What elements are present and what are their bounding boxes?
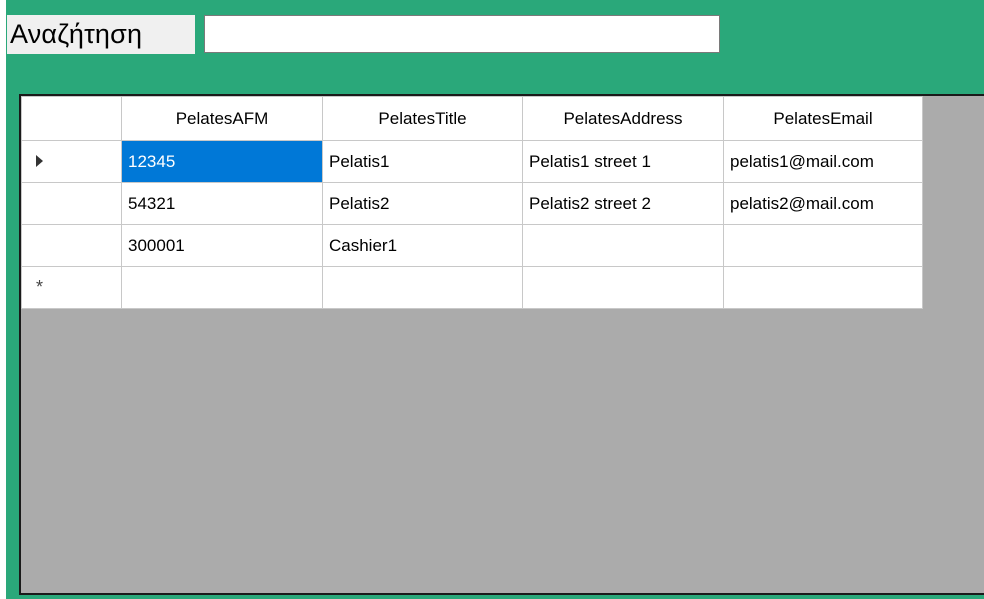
customers-table: PelatesAFM PelatesTitle PelatesAddress P… (21, 96, 923, 309)
main-form: Αναζήτηση PelatesAFM PelatesTitle Pelate… (0, 0, 984, 599)
column-header-pelatesafm[interactable]: PelatesAFM (121, 96, 323, 141)
table-cell[interactable]: pelatis1@mail.com (723, 140, 923, 183)
header-row: PelatesAFM PelatesTitle PelatesAddress P… (21, 96, 923, 141)
table-cell[interactable] (121, 266, 323, 309)
table-cell[interactable] (723, 224, 923, 267)
table-cell[interactable]: 300001 (121, 224, 323, 267)
table-cell[interactable] (522, 266, 724, 309)
table-cell[interactable]: Cashier1 (322, 224, 523, 267)
column-header-pelatestitle[interactable]: PelatesTitle (322, 96, 523, 141)
table-cell[interactable] (522, 224, 724, 267)
table-cell[interactable]: Pelatis1 (322, 140, 523, 183)
asterisk-icon: * (36, 277, 44, 297)
table-cell[interactable]: Pelatis1 street 1 (522, 140, 724, 183)
column-header-pelatesaddress[interactable]: PelatesAddress (522, 96, 724, 141)
table-cell[interactable] (723, 266, 923, 309)
table-cell[interactable]: pelatis2@mail.com (723, 182, 923, 225)
table-cell[interactable]: Pelatis2 (322, 182, 523, 225)
row-header[interactable]: * (21, 266, 122, 309)
table-cell[interactable]: Pelatis2 street 2 (522, 182, 724, 225)
search-label: Αναζήτηση (7, 15, 195, 54)
row-header[interactable] (21, 224, 122, 267)
new-row[interactable]: * (21, 266, 923, 309)
table-row[interactable]: 12345 Pelatis1 Pelatis1 street 1 pelatis… (21, 140, 923, 183)
row-header[interactable] (21, 140, 122, 183)
table-cell[interactable]: 12345 (121, 140, 323, 183)
window-edge (0, 0, 6, 599)
customers-data-grid[interactable]: PelatesAFM PelatesTitle PelatesAddress P… (19, 94, 984, 595)
column-header-pelatesemail[interactable]: PelatesEmail (723, 96, 923, 141)
table-row[interactable]: 300001 Cashier1 (21, 224, 923, 267)
row-header[interactable] (21, 182, 122, 225)
search-input[interactable] (204, 15, 720, 53)
table-cell[interactable]: 54321 (121, 182, 323, 225)
table-row[interactable]: 54321 Pelatis2 Pelatis2 street 2 pelatis… (21, 182, 923, 225)
corner-header-cell[interactable] (21, 96, 122, 141)
table-cell[interactable] (322, 266, 523, 309)
arrow-right-icon (36, 154, 43, 167)
